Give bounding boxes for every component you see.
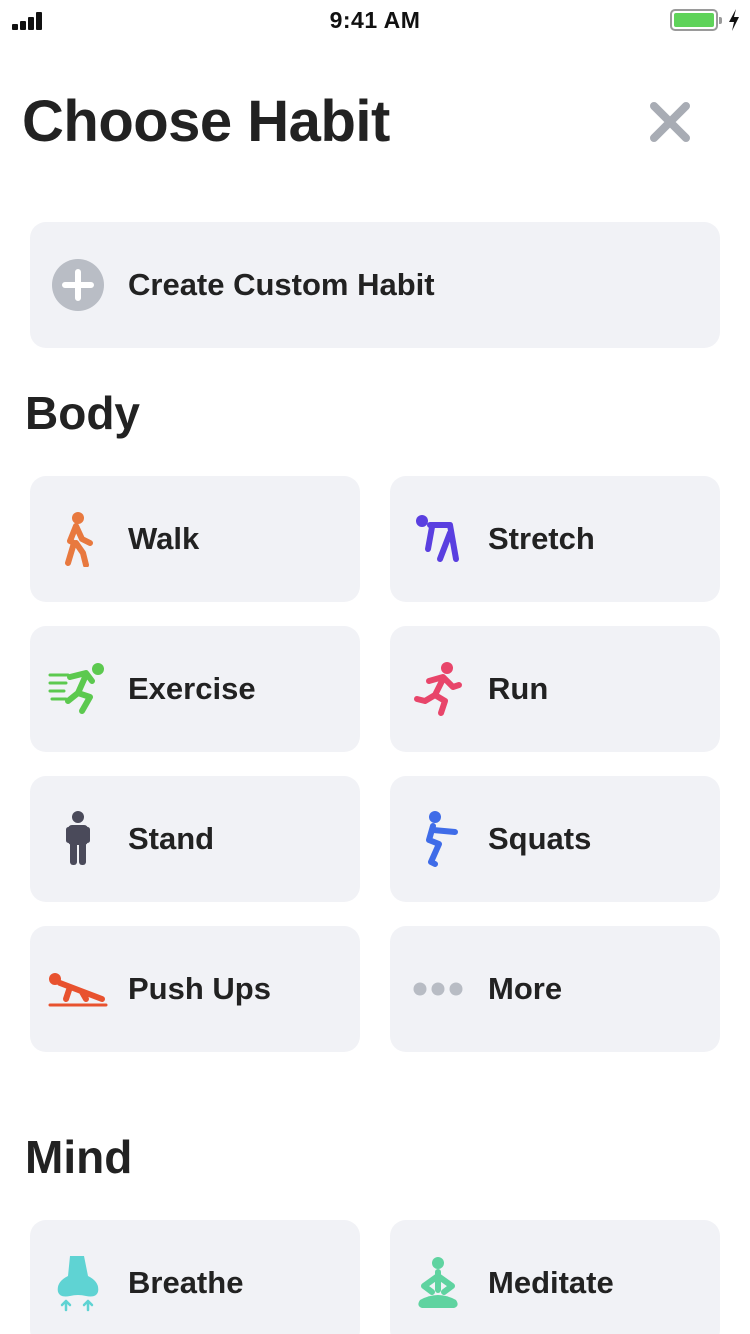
habit-squats[interactable]: Squats — [390, 776, 720, 902]
habit-breathe[interactable]: Breathe — [30, 1220, 360, 1334]
habit-label: Stand — [128, 821, 215, 856]
habit-label: Breathe — [128, 1265, 244, 1300]
habit-label: More — [488, 971, 563, 1006]
stretch-icon — [408, 509, 468, 569]
close-button[interactable] — [646, 98, 694, 146]
status-time: 9:41 AM — [329, 7, 421, 33]
charging-bolt-icon — [729, 9, 739, 31]
habit-more[interactable]: More — [390, 926, 720, 1052]
meditate-icon — [408, 1253, 468, 1313]
habit-label: Push Ups — [128, 971, 271, 1006]
habit-meditate[interactable]: Meditate — [390, 1220, 720, 1334]
create-custom-habit-button[interactable]: Create Custom Habit — [30, 222, 720, 348]
push-ups-icon — [48, 959, 108, 1019]
squats-icon — [408, 809, 468, 869]
habit-label: Run — [488, 671, 549, 706]
section-title-mind: Mind — [25, 1131, 133, 1183]
plus-circle-icon — [48, 255, 108, 315]
walk-icon — [48, 509, 108, 569]
stand-icon — [48, 809, 108, 869]
habit-push-ups[interactable]: Push Ups — [30, 926, 360, 1052]
breathe-icon — [48, 1253, 108, 1313]
habit-stand[interactable]: Stand — [30, 776, 360, 902]
status-bar: 9:41 AM — [0, 0, 750, 40]
run-icon — [408, 659, 468, 719]
more-dots-icon — [408, 959, 468, 1019]
habit-walk[interactable]: Walk — [30, 476, 360, 602]
habit-exercise[interactable]: Exercise — [30, 626, 360, 752]
habit-label: Exercise — [128, 671, 256, 706]
habit-run[interactable]: Run — [390, 626, 720, 752]
habit-label: Squats — [488, 821, 592, 856]
exercise-icon — [48, 659, 108, 719]
habit-label: Meditate — [488, 1265, 614, 1300]
create-custom-habit-label: Create Custom Habit — [128, 267, 435, 302]
close-icon — [650, 102, 690, 142]
page-title: Choose Habit — [22, 89, 390, 154]
habit-label: Stretch — [488, 521, 595, 556]
habit-stretch[interactable]: Stretch — [390, 476, 720, 602]
battery-icon — [670, 9, 722, 31]
habit-label: Walk — [128, 521, 200, 556]
section-title-body: Body — [25, 387, 140, 439]
